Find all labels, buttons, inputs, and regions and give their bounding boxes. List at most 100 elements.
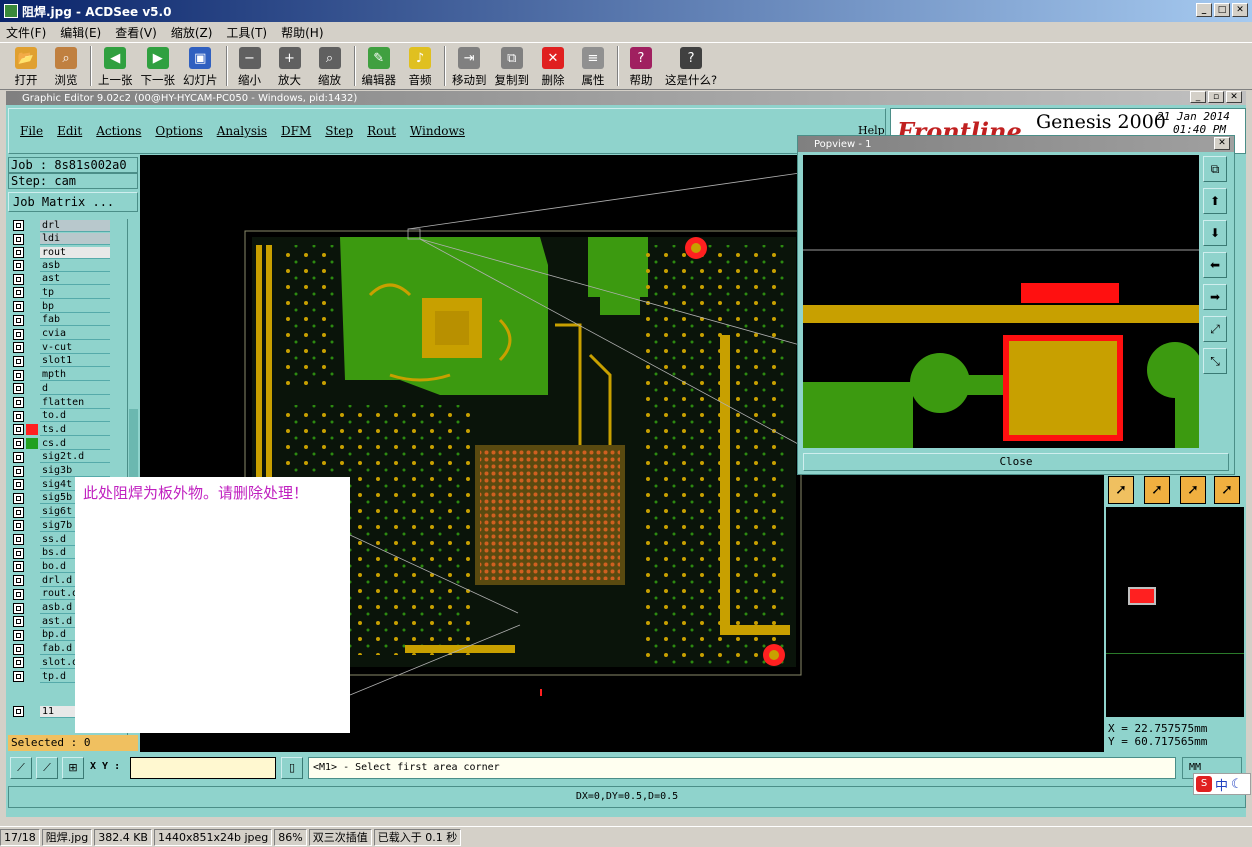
layer-checkbox[interactable] bbox=[13, 233, 24, 245]
toolbar-button-5[interactable]: − 缩小 bbox=[234, 43, 266, 88]
snap-tool-3[interactable]: ⊞ bbox=[62, 757, 84, 779]
layer-checkbox[interactable] bbox=[13, 479, 24, 491]
layer-checkbox[interactable] bbox=[13, 424, 24, 436]
mini-map[interactable] bbox=[1106, 507, 1244, 717]
layer-checkbox[interactable] bbox=[13, 561, 24, 573]
layer-row[interactable]: cvia bbox=[11, 328, 127, 341]
popview-tool-4[interactable]: ⬅ bbox=[1203, 252, 1227, 278]
popview-close-button[interactable]: Close bbox=[803, 453, 1229, 471]
layer-row[interactable]: sig2t.d bbox=[11, 451, 127, 464]
layer-checkbox[interactable] bbox=[13, 273, 24, 285]
menu-tools[interactable]: 工具(T) bbox=[226, 24, 267, 41]
toolbar-button-1[interactable]: ⌕ 浏览 bbox=[50, 43, 82, 88]
layer-checkbox[interactable] bbox=[13, 706, 24, 717]
snap-tool-2[interactable]: ⟋ bbox=[36, 757, 58, 779]
popview-tool-3[interactable]: ⬇ bbox=[1203, 220, 1227, 246]
layer-row[interactable]: ts.d bbox=[11, 423, 127, 436]
layer-checkbox[interactable] bbox=[13, 534, 24, 545]
toolbar-button-0[interactable]: 📂 打开 bbox=[10, 43, 42, 88]
ge-menu-rout[interactable]: Rout bbox=[367, 124, 396, 138]
layer-checkbox[interactable] bbox=[13, 643, 24, 655]
layer-checkbox[interactable] bbox=[13, 671, 24, 682]
layer-row[interactable]: cs.d bbox=[11, 437, 127, 450]
layer-row[interactable]: rout bbox=[11, 246, 127, 259]
close-button[interactable]: ✕ bbox=[1232, 3, 1248, 17]
toolbar-button-4[interactable]: ▣ 幻灯片 bbox=[183, 43, 218, 88]
layer-row[interactable]: ast bbox=[11, 273, 127, 286]
ge-menu-options[interactable]: Options bbox=[155, 124, 202, 138]
toolbar-button-8[interactable]: ✎ 编辑器 bbox=[362, 43, 396, 88]
layer-row[interactable]: mpth bbox=[11, 369, 127, 382]
popview-zoom-in[interactable]: ⤢ bbox=[1203, 316, 1227, 342]
layer-row[interactable]: to.d bbox=[11, 410, 127, 423]
select-arrow-button[interactable]: ➚ bbox=[1108, 476, 1134, 504]
popview-tool-2[interactable]: ⬆ bbox=[1203, 188, 1227, 214]
toolbar-button-9[interactable]: ♪ 音频 bbox=[404, 43, 436, 88]
layer-checkbox[interactable] bbox=[13, 410, 24, 422]
ge-menu-actions[interactable]: Actions bbox=[96, 124, 141, 138]
job-matrix-button[interactable]: Job Matrix ... bbox=[8, 192, 138, 212]
toolbar-button-10[interactable]: ⇥ 移动到 bbox=[452, 43, 487, 88]
layer-row[interactable]: slot1 bbox=[11, 355, 127, 368]
layer-checkbox[interactable] bbox=[13, 342, 24, 354]
input-toggle-button[interactable]: ▯ bbox=[281, 757, 303, 779]
layer-row[interactable]: asb bbox=[11, 259, 127, 272]
ge-menu-file[interactable]: File bbox=[20, 124, 43, 138]
snap-tool-1[interactable]: ⟋ bbox=[10, 757, 32, 779]
xy-input[interactable] bbox=[130, 757, 276, 779]
maximize-button[interactable]: □ bbox=[1214, 3, 1230, 17]
ge-menu-analysis[interactable]: Analysis bbox=[217, 124, 267, 138]
layer-checkbox[interactable] bbox=[13, 287, 24, 299]
layer-checkbox[interactable] bbox=[13, 465, 24, 477]
layer-checkbox[interactable] bbox=[13, 355, 24, 367]
toolbar-button-3[interactable]: ▶ 下一张 bbox=[141, 43, 175, 88]
layer-checkbox[interactable] bbox=[13, 629, 24, 641]
popview-tool-1[interactable]: ⧉ bbox=[1203, 156, 1227, 182]
ge-menu-dfm[interactable]: DFM bbox=[281, 124, 311, 138]
layer-row[interactable]: d bbox=[11, 382, 127, 395]
select-arrow-3-button[interactable]: ➚ bbox=[1180, 476, 1206, 504]
editor-close-button[interactable]: ✕ bbox=[1226, 91, 1242, 103]
layer-checkbox[interactable] bbox=[13, 383, 24, 395]
popview-close-x[interactable]: ✕ bbox=[1214, 137, 1230, 150]
layer-row[interactable]: sig3b bbox=[11, 465, 127, 478]
layer-checkbox[interactable] bbox=[13, 616, 24, 628]
layer-checkbox[interactable] bbox=[13, 397, 24, 408]
layer-checkbox[interactable] bbox=[13, 520, 24, 532]
toolbar-button-2[interactable]: ◀ 上一张 bbox=[98, 43, 133, 88]
toolbar-button-13[interactable]: ≡ 属性 bbox=[577, 43, 609, 88]
layer-checkbox[interactable] bbox=[13, 260, 24, 271]
editor-restore-button[interactable]: ▫ bbox=[1208, 91, 1224, 103]
menu-view[interactable]: 查看(V) bbox=[115, 24, 157, 41]
toolbar-button-14[interactable]: ? 帮助 bbox=[625, 43, 657, 88]
toolbar-button-15[interactable]: ? 这是什么? bbox=[665, 43, 717, 88]
layer-checkbox[interactable] bbox=[13, 369, 24, 381]
layer-row[interactable]: flatten bbox=[11, 396, 127, 409]
layer-checkbox[interactable] bbox=[13, 575, 24, 587]
layer-checkbox[interactable] bbox=[13, 451, 24, 463]
toolbar-button-11[interactable]: ⧉ 复制到 bbox=[495, 43, 529, 88]
minimize-button[interactable]: _ bbox=[1196, 3, 1212, 17]
layer-row[interactable]: tp bbox=[11, 286, 127, 299]
ge-menu-step[interactable]: Step bbox=[325, 124, 353, 138]
layer-checkbox[interactable] bbox=[13, 492, 24, 504]
toolbar-button-7[interactable]: ⌕ 缩放 bbox=[314, 43, 346, 88]
popview-zoom-out[interactable]: ⤡ bbox=[1203, 348, 1227, 374]
layer-row[interactable]: drl bbox=[11, 219, 127, 232]
layer-row[interactable]: fab bbox=[11, 314, 127, 327]
layer-checkbox[interactable] bbox=[13, 547, 24, 559]
layer-checkbox[interactable] bbox=[13, 602, 24, 614]
menu-file[interactable]: 文件(F) bbox=[6, 24, 46, 41]
layer-row[interactable]: ldi bbox=[11, 233, 127, 246]
layer-row[interactable]: v-cut bbox=[11, 341, 127, 354]
menu-zoom[interactable]: 缩放(Z) bbox=[171, 24, 213, 41]
menu-help[interactable]: 帮助(H) bbox=[281, 24, 323, 41]
layer-checkbox[interactable] bbox=[13, 657, 24, 669]
ime-indicator[interactable]: S 中 ☾ bbox=[1193, 773, 1251, 795]
layer-checkbox[interactable] bbox=[13, 314, 24, 326]
layer-checkbox[interactable] bbox=[13, 438, 24, 450]
popview-tool-5[interactable]: ➡ bbox=[1203, 284, 1227, 310]
ge-menu-windows[interactable]: Windows bbox=[410, 124, 465, 138]
layer-checkbox[interactable] bbox=[13, 328, 24, 340]
popview-canvas[interactable] bbox=[803, 155, 1199, 448]
